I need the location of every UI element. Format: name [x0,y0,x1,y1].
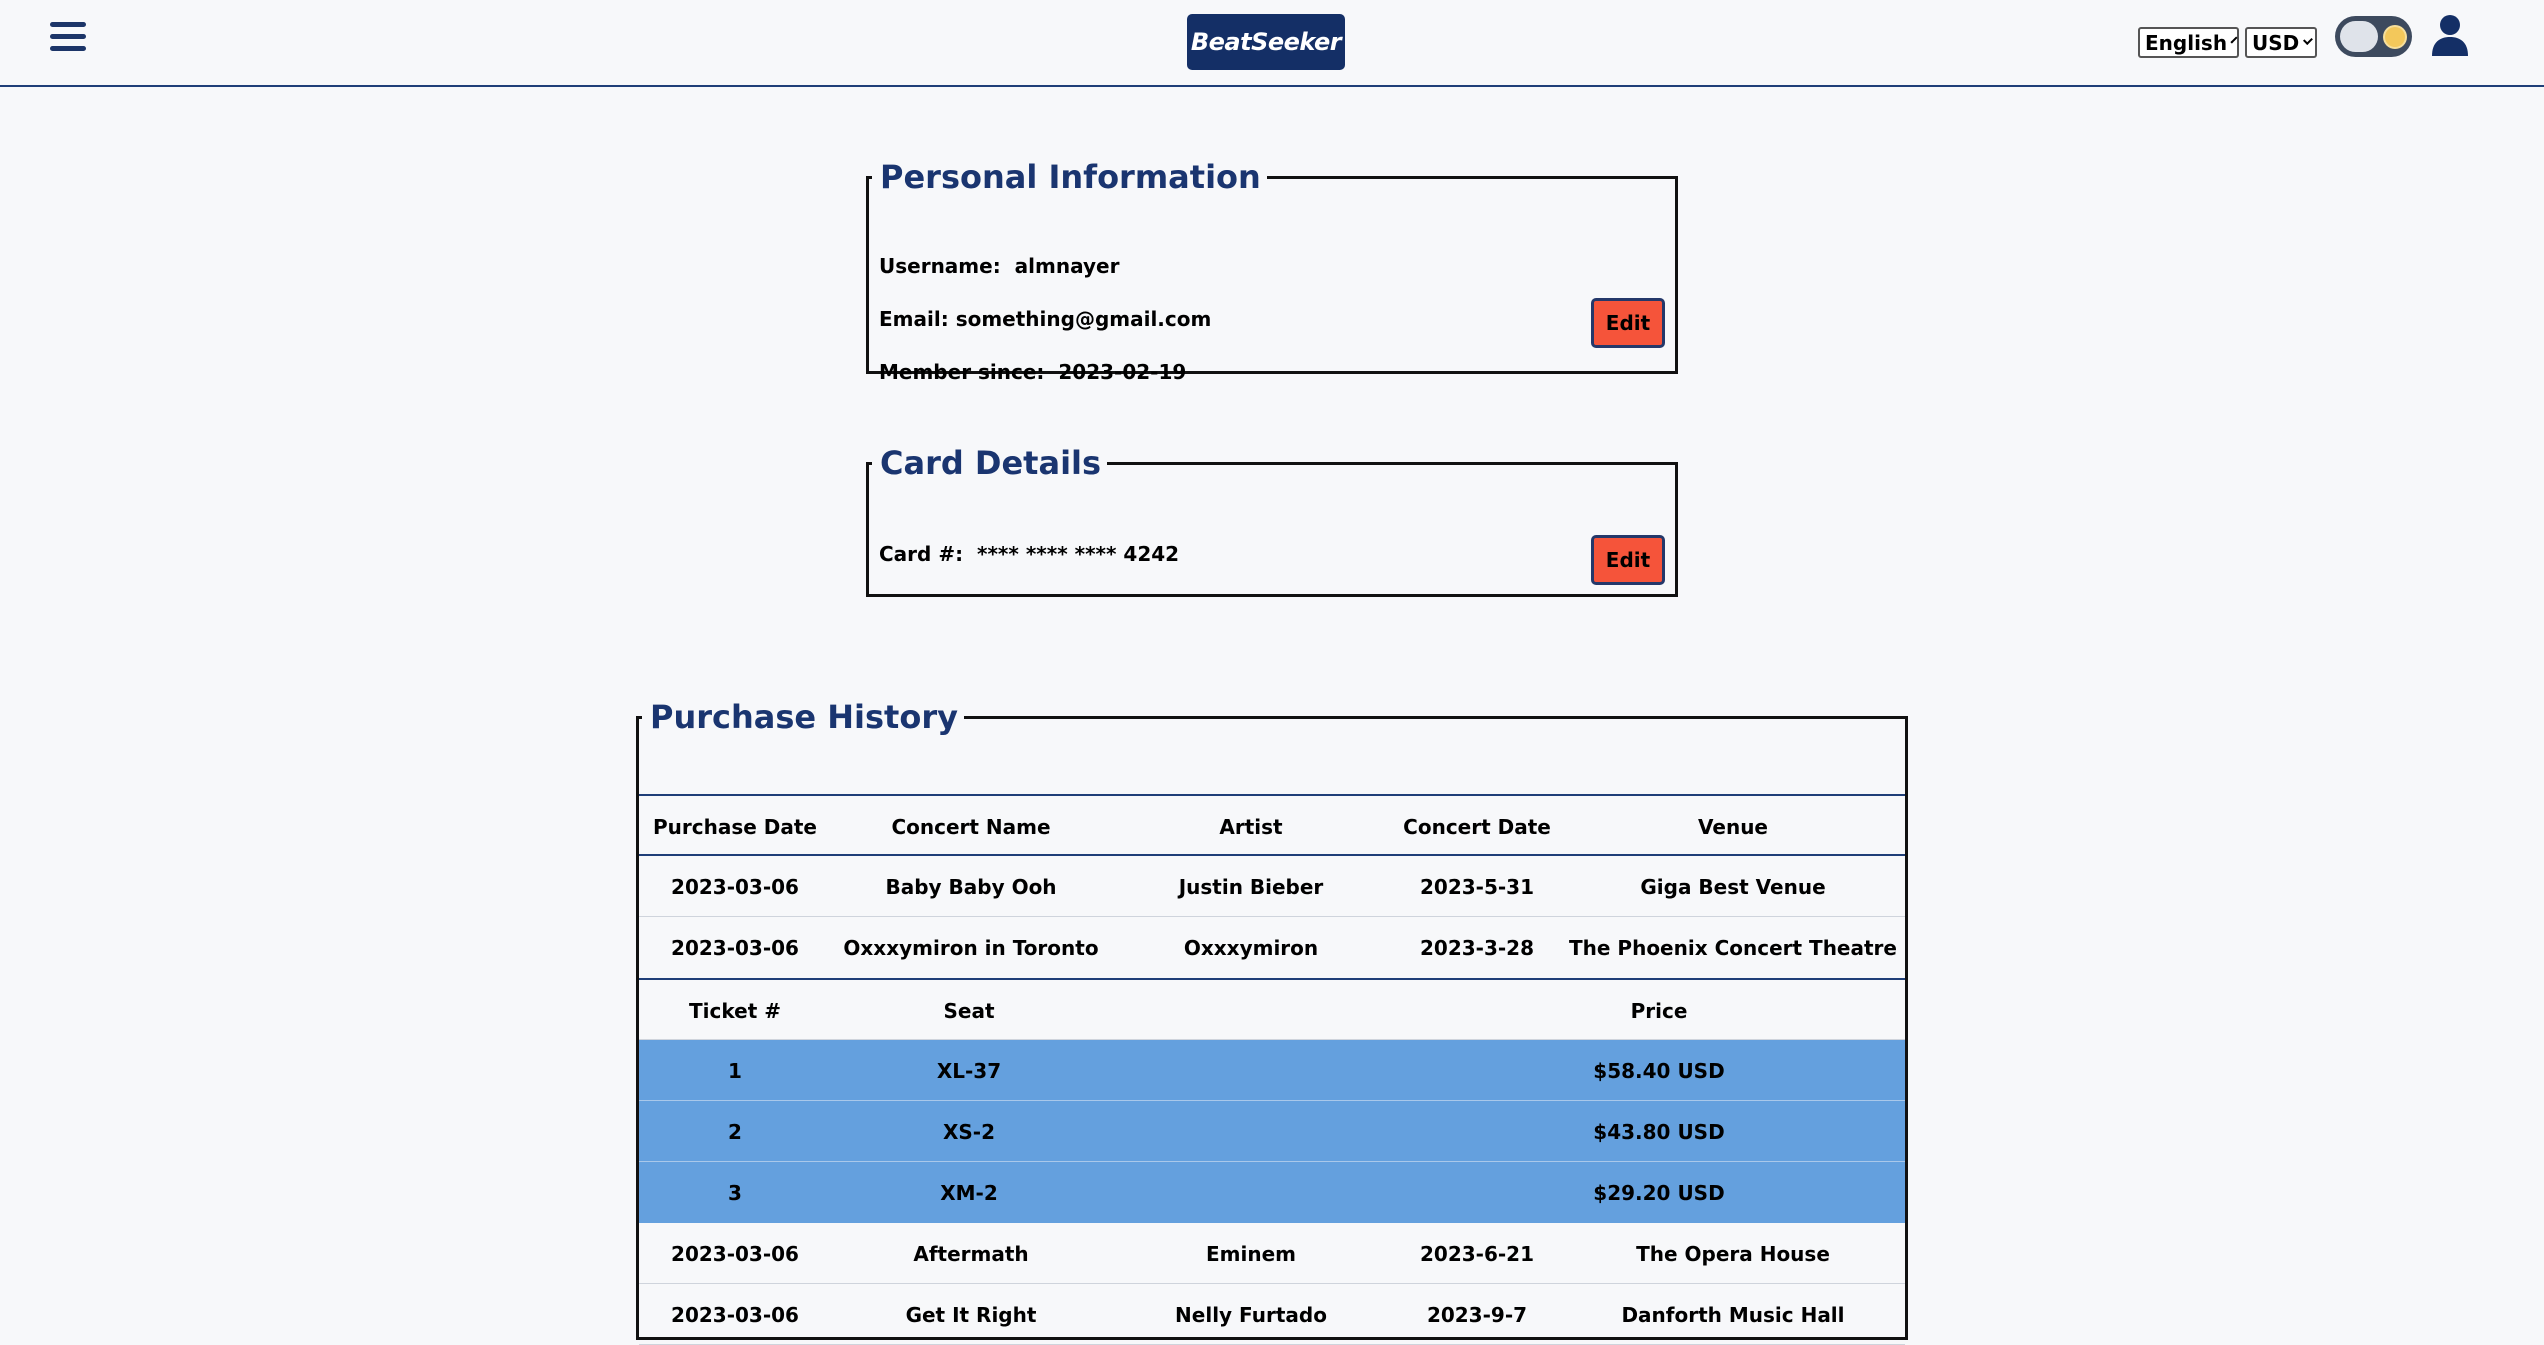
language-select-value: English [2145,30,2228,55]
venue-cell: Danforth Music Hall [1621,1302,1845,1327]
ticket-row: 3 XM-2 $29.20 USD [639,1162,1905,1223]
venue-cell: The Phoenix Concert Theatre [1569,935,1897,960]
edit-card-button[interactable]: Edit [1591,535,1665,585]
concert-date-cell: 2023-5-31 [1419,874,1534,899]
artist-cell: Justin Bieber [1178,874,1324,899]
card-number-label: Card #: [879,542,964,566]
username-label: Username: [879,254,1001,278]
venue-cell: The Opera House [1636,1241,1830,1266]
card-number-value: **** **** **** 4242 [977,542,1180,566]
card-number-row: Card #: **** **** **** 4242 [879,542,1179,566]
hamburger-menu-icon[interactable] [50,22,86,58]
ticket-number-cell: 3 [728,1180,742,1205]
chevron-down-icon [2230,36,2238,44]
purchase-history-section: Purchase History Purchase Date Concert N… [636,698,1908,1345]
sun-icon [2385,27,2405,47]
table-row[interactable]: 2023-03-06 Get It Right Nelly Furtado 20… [639,1284,1905,1345]
concert-name-cell: Get It Right [905,1302,1037,1327]
table-row[interactable]: 2023-03-06 Aftermath Eminem 2023-6-21 Th… [639,1223,1905,1284]
table-row[interactable]: 2023-03-06 Oxxxymiron in Toronto Oxxxymi… [639,917,1905,978]
artist-cell: Eminem [1206,1241,1296,1266]
user-icon[interactable] [2430,14,2470,56]
purchase-date-cell: 2023-03-06 [671,1241,799,1266]
card-details-title: Card Details [880,444,1102,482]
currency-select[interactable]: USD [2245,27,2317,58]
member-since-value: 2023-02-19 [1058,360,1187,384]
theme-toggle[interactable] [2335,16,2412,57]
top-header: BeatSeeker English USD [0,0,2544,87]
seat-cell: XM-2 [940,1180,998,1205]
concert-date-cell: 2023-3-28 [1419,935,1534,960]
edit-personal-button[interactable]: Edit [1591,298,1665,348]
username-value: almnayer [1014,254,1120,278]
concert-date-cell: 2023-9-7 [1426,1302,1528,1327]
email-label: Email: [879,307,949,331]
email-value: something@gmail.com [955,307,1212,331]
table-header-row: Purchase Date Concert Name Artist Concer… [639,794,1905,856]
member-since-row: Member since: 2023-02-19 [879,360,1186,384]
concert-name-cell: Aftermath [913,1241,1029,1266]
ticket-row: 2 XS-2 $43.80 USD [639,1101,1905,1162]
column-header: Price [1630,998,1688,1023]
ticket-number-cell: 1 [728,1058,742,1083]
purchase-history-table: Purchase Date Concert Name Artist Concer… [639,794,1905,1345]
column-header: Purchase Date [652,814,817,839]
brand-logo[interactable]: BeatSeeker [1187,14,1345,70]
column-header: Artist [1219,814,1283,839]
personal-information-title: Personal Information [880,158,1261,196]
purchase-date-cell: 2023-03-06 [671,1302,799,1327]
column-header: Seat [943,998,995,1023]
personal-information-section: Personal Information Username: almnayer … [866,158,1678,384]
price-cell: $29.20 USD [1593,1180,1725,1205]
ticket-number-cell: 2 [728,1119,742,1144]
ticket-header-row: Ticket # Seat Price [639,978,1905,1040]
seat-cell: XS-2 [942,1119,996,1144]
column-header: Concert Date [1403,814,1551,839]
price-cell: $43.80 USD [1593,1119,1725,1144]
column-header: Ticket # [689,998,781,1023]
table-row[interactable]: 2023-03-06 Baby Baby Ooh Justin Bieber 2… [639,856,1905,917]
email-row: Email: something@gmail.com [879,307,1211,331]
username-row: Username: almnayer [879,254,1119,278]
purchase-date-cell: 2023-03-06 [671,935,799,960]
purchase-history-title: Purchase History [650,698,958,736]
language-select[interactable]: English [2138,27,2239,58]
column-header: Concert Name [891,814,1051,839]
column-header: Venue [1698,814,1768,839]
currency-select-value: USD [2252,30,2300,55]
ticket-row: 1 XL-37 $58.40 USD [639,1040,1905,1101]
concert-date-cell: 2023-6-21 [1419,1241,1534,1266]
venue-cell: Giga Best Venue [1640,874,1826,899]
member-since-label: Member since: [879,360,1045,384]
concert-name-cell: Oxxxymiron in Toronto [843,935,1099,960]
purchase-date-cell: 2023-03-06 [671,874,799,899]
seat-cell: XL-37 [936,1058,1002,1083]
toggle-knob [2340,21,2378,52]
concert-name-cell: Baby Baby Ooh [885,874,1057,899]
chevron-down-icon [2303,35,2313,45]
card-details-section: Card Details Card #: **** **** **** 4242… [866,446,1678,597]
artist-cell: Nelly Furtado [1175,1302,1327,1327]
price-cell: $58.40 USD [1593,1058,1725,1083]
artist-cell: Oxxxymiron [1183,935,1319,960]
